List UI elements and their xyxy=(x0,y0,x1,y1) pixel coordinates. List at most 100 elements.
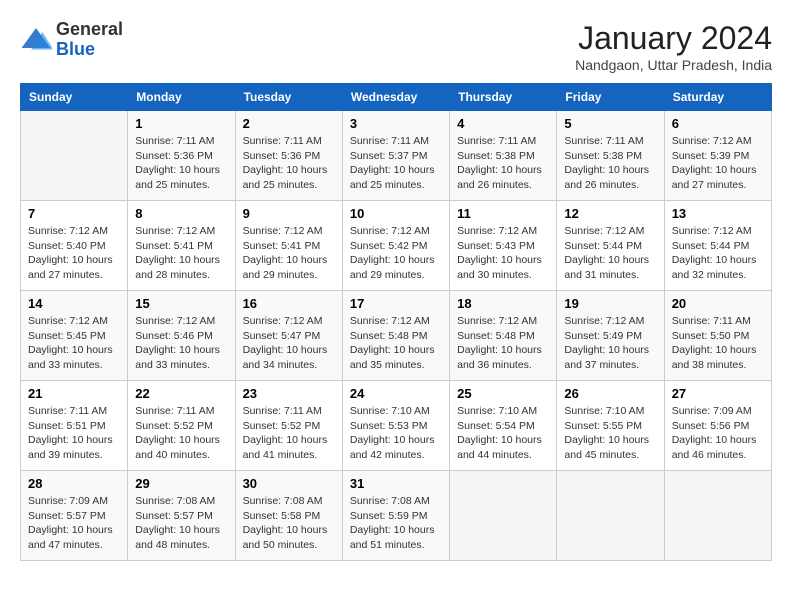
day-number: 4 xyxy=(457,116,549,131)
calendar-cell: 24 Sunrise: 7:10 AMSunset: 5:53 PMDayligh… xyxy=(342,381,449,471)
calendar-cell: 4 Sunrise: 7:11 AMSunset: 5:38 PMDaylight… xyxy=(450,111,557,201)
calendar-cell: 14 Sunrise: 7:12 AMSunset: 5:45 PMDayligh… xyxy=(21,291,128,381)
calendar-cell: 3Sunrise: 7:11 AMSunset: 5:37 PMDaylight… xyxy=(342,111,449,201)
day-number: 26 xyxy=(564,386,656,401)
calendar-cell: 23 Sunrise: 7:11 AMSunset: 5:52 PMDayligh… xyxy=(235,381,342,471)
day-header-monday: Monday xyxy=(128,84,235,111)
calendar-cell: 22 Sunrise: 7:11 AMSunset: 5:52 PMDayligh… xyxy=(128,381,235,471)
week-row-4: 21 Sunrise: 7:11 AMSunset: 5:51 PMDayligh… xyxy=(21,381,772,471)
day-number: 29 xyxy=(135,476,227,491)
calendar-cell: 20Sunrise: 7:11 AMSunset: 5:50 PMDayligh… xyxy=(664,291,771,381)
day-info: Sunrise: 7:12 AMSunset: 5:40 PMDaylight:… xyxy=(28,224,120,283)
day-number: 14 xyxy=(28,296,120,311)
calendar-cell: 27 Sunrise: 7:09 AMSunset: 5:56 PMDayligh… xyxy=(664,381,771,471)
day-number: 6 xyxy=(672,116,764,131)
calendar-cell: 25Sunrise: 7:10 AMSunset: 5:54 PMDayligh… xyxy=(450,381,557,471)
day-number: 10 xyxy=(350,206,442,221)
day-number: 21 xyxy=(28,386,120,401)
day-number: 16 xyxy=(243,296,335,311)
calendar-cell: 11 Sunrise: 7:12 AMSunset: 5:43 PMDayligh… xyxy=(450,201,557,291)
calendar-cell: 6 Sunrise: 7:12 AMSunset: 5:39 PMDaylight… xyxy=(664,111,771,201)
day-header-sunday: Sunday xyxy=(21,84,128,111)
day-info: Sunrise: 7:12 AMSunset: 5:42 PMDaylight:… xyxy=(350,224,442,283)
day-info: Sunrise: 7:12 AMSunset: 5:48 PMDaylight:… xyxy=(350,314,442,373)
calendar-table: SundayMondayTuesdayWednesdayThursdayFrid… xyxy=(20,83,772,561)
day-info: Sunrise: 7:08 AMSunset: 5:57 PMDaylight:… xyxy=(135,494,227,553)
day-header-saturday: Saturday xyxy=(664,84,771,111)
day-info: Sunrise: 7:11 AMSunset: 5:52 PMDaylight:… xyxy=(135,404,227,463)
day-number: 5 xyxy=(564,116,656,131)
logo-blue: Blue xyxy=(56,40,123,60)
calendar-cell: 31 Sunrise: 7:08 AMSunset: 5:59 PMDayligh… xyxy=(342,471,449,561)
logo-icon xyxy=(20,24,52,56)
day-info: Sunrise: 7:12 AMSunset: 5:48 PMDaylight:… xyxy=(457,314,549,373)
calendar-cell: 16Sunrise: 7:12 AMSunset: 5:47 PMDayligh… xyxy=(235,291,342,381)
calendar-cell: 2 Sunrise: 7:11 AMSunset: 5:36 PMDaylight… xyxy=(235,111,342,201)
calendar-cell: 21 Sunrise: 7:11 AMSunset: 5:51 PMDayligh… xyxy=(21,381,128,471)
day-info: Sunrise: 7:09 AMSunset: 5:56 PMDaylight:… xyxy=(672,404,764,463)
day-info: Sunrise: 7:12 AMSunset: 5:46 PMDaylight:… xyxy=(135,314,227,373)
day-number: 11 xyxy=(457,206,549,221)
day-number: 30 xyxy=(243,476,335,491)
day-number: 13 xyxy=(672,206,764,221)
calendar-header: SundayMondayTuesdayWednesdayThursdayFrid… xyxy=(21,84,772,111)
day-info: Sunrise: 7:11 AMSunset: 5:38 PMDaylight:… xyxy=(564,134,656,193)
day-number: 31 xyxy=(350,476,442,491)
calendar-cell: 10 Sunrise: 7:12 AMSunset: 5:42 PMDayligh… xyxy=(342,201,449,291)
day-info: Sunrise: 7:11 AMSunset: 5:36 PMDaylight:… xyxy=(135,134,227,193)
calendar-cell xyxy=(21,111,128,201)
day-info: Sunrise: 7:08 AMSunset: 5:59 PMDaylight:… xyxy=(350,494,442,553)
page-header: General Blue January 2024 Nandgaon, Utta… xyxy=(20,20,772,73)
calendar-cell xyxy=(557,471,664,561)
calendar-cell: 17 Sunrise: 7:12 AMSunset: 5:48 PMDayligh… xyxy=(342,291,449,381)
title-block: January 2024 Nandgaon, Uttar Pradesh, In… xyxy=(575,20,772,73)
calendar-cell xyxy=(450,471,557,561)
day-number: 17 xyxy=(350,296,442,311)
day-info: Sunrise: 7:12 AMSunset: 5:45 PMDaylight:… xyxy=(28,314,120,373)
logo-general: General xyxy=(56,20,123,40)
day-info: Sunrise: 7:11 AMSunset: 5:50 PMDaylight:… xyxy=(672,314,764,373)
week-row-3: 14 Sunrise: 7:12 AMSunset: 5:45 PMDayligh… xyxy=(21,291,772,381)
calendar-cell: 9 Sunrise: 7:12 AMSunset: 5:41 PMDaylight… xyxy=(235,201,342,291)
calendar-cell: 18 Sunrise: 7:12 AMSunset: 5:48 PMDayligh… xyxy=(450,291,557,381)
day-number: 12 xyxy=(564,206,656,221)
day-number: 9 xyxy=(243,206,335,221)
calendar-cell: 26Sunrise: 7:10 AMSunset: 5:55 PMDayligh… xyxy=(557,381,664,471)
day-info: Sunrise: 7:12 AMSunset: 5:41 PMDaylight:… xyxy=(243,224,335,283)
day-info: Sunrise: 7:12 AMSunset: 5:49 PMDaylight:… xyxy=(564,314,656,373)
day-number: 18 xyxy=(457,296,549,311)
day-number: 23 xyxy=(243,386,335,401)
calendar-cell: 29 Sunrise: 7:08 AMSunset: 5:57 PMDayligh… xyxy=(128,471,235,561)
day-number: 15 xyxy=(135,296,227,311)
day-number: 22 xyxy=(135,386,227,401)
calendar-cell: 30 Sunrise: 7:08 AMSunset: 5:58 PMDayligh… xyxy=(235,471,342,561)
day-number: 28 xyxy=(28,476,120,491)
day-info: Sunrise: 7:11 AMSunset: 5:36 PMDaylight:… xyxy=(243,134,335,193)
day-number: 24 xyxy=(350,386,442,401)
day-header-friday: Friday xyxy=(557,84,664,111)
calendar-cell: 5 Sunrise: 7:11 AMSunset: 5:38 PMDaylight… xyxy=(557,111,664,201)
day-number: 2 xyxy=(243,116,335,131)
day-number: 27 xyxy=(672,386,764,401)
calendar-cell: 1Sunrise: 7:11 AMSunset: 5:36 PMDaylight… xyxy=(128,111,235,201)
day-info: Sunrise: 7:12 AMSunset: 5:43 PMDaylight:… xyxy=(457,224,549,283)
calendar-cell: 13 Sunrise: 7:12 AMSunset: 5:44 PMDayligh… xyxy=(664,201,771,291)
calendar-cell: 19Sunrise: 7:12 AMSunset: 5:49 PMDayligh… xyxy=(557,291,664,381)
day-info: Sunrise: 7:11 AMSunset: 5:52 PMDaylight:… xyxy=(243,404,335,463)
day-info: Sunrise: 7:11 AMSunset: 5:51 PMDaylight:… xyxy=(28,404,120,463)
day-info: Sunrise: 7:12 AMSunset: 5:39 PMDaylight:… xyxy=(672,134,764,193)
day-info: Sunrise: 7:11 AMSunset: 5:38 PMDaylight:… xyxy=(457,134,549,193)
days-header-row: SundayMondayTuesdayWednesdayThursdayFrid… xyxy=(21,84,772,111)
day-info: Sunrise: 7:12 AMSunset: 5:41 PMDaylight:… xyxy=(135,224,227,283)
calendar-cell: 15 Sunrise: 7:12 AMSunset: 5:46 PMDayligh… xyxy=(128,291,235,381)
day-info: Sunrise: 7:09 AMSunset: 5:57 PMDaylight:… xyxy=(28,494,120,553)
day-info: Sunrise: 7:10 AMSunset: 5:53 PMDaylight:… xyxy=(350,404,442,463)
day-info: Sunrise: 7:08 AMSunset: 5:58 PMDaylight:… xyxy=(243,494,335,553)
day-info: Sunrise: 7:12 AMSunset: 5:44 PMDaylight:… xyxy=(672,224,764,283)
day-info: Sunrise: 7:12 AMSunset: 5:44 PMDaylight:… xyxy=(564,224,656,283)
calendar-cell: 7 Sunrise: 7:12 AMSunset: 5:40 PMDaylight… xyxy=(21,201,128,291)
calendar-cell: 8Sunrise: 7:12 AMSunset: 5:41 PMDaylight… xyxy=(128,201,235,291)
week-row-2: 7 Sunrise: 7:12 AMSunset: 5:40 PMDaylight… xyxy=(21,201,772,291)
week-row-1: 1Sunrise: 7:11 AMSunset: 5:36 PMDaylight… xyxy=(21,111,772,201)
day-number: 7 xyxy=(28,206,120,221)
